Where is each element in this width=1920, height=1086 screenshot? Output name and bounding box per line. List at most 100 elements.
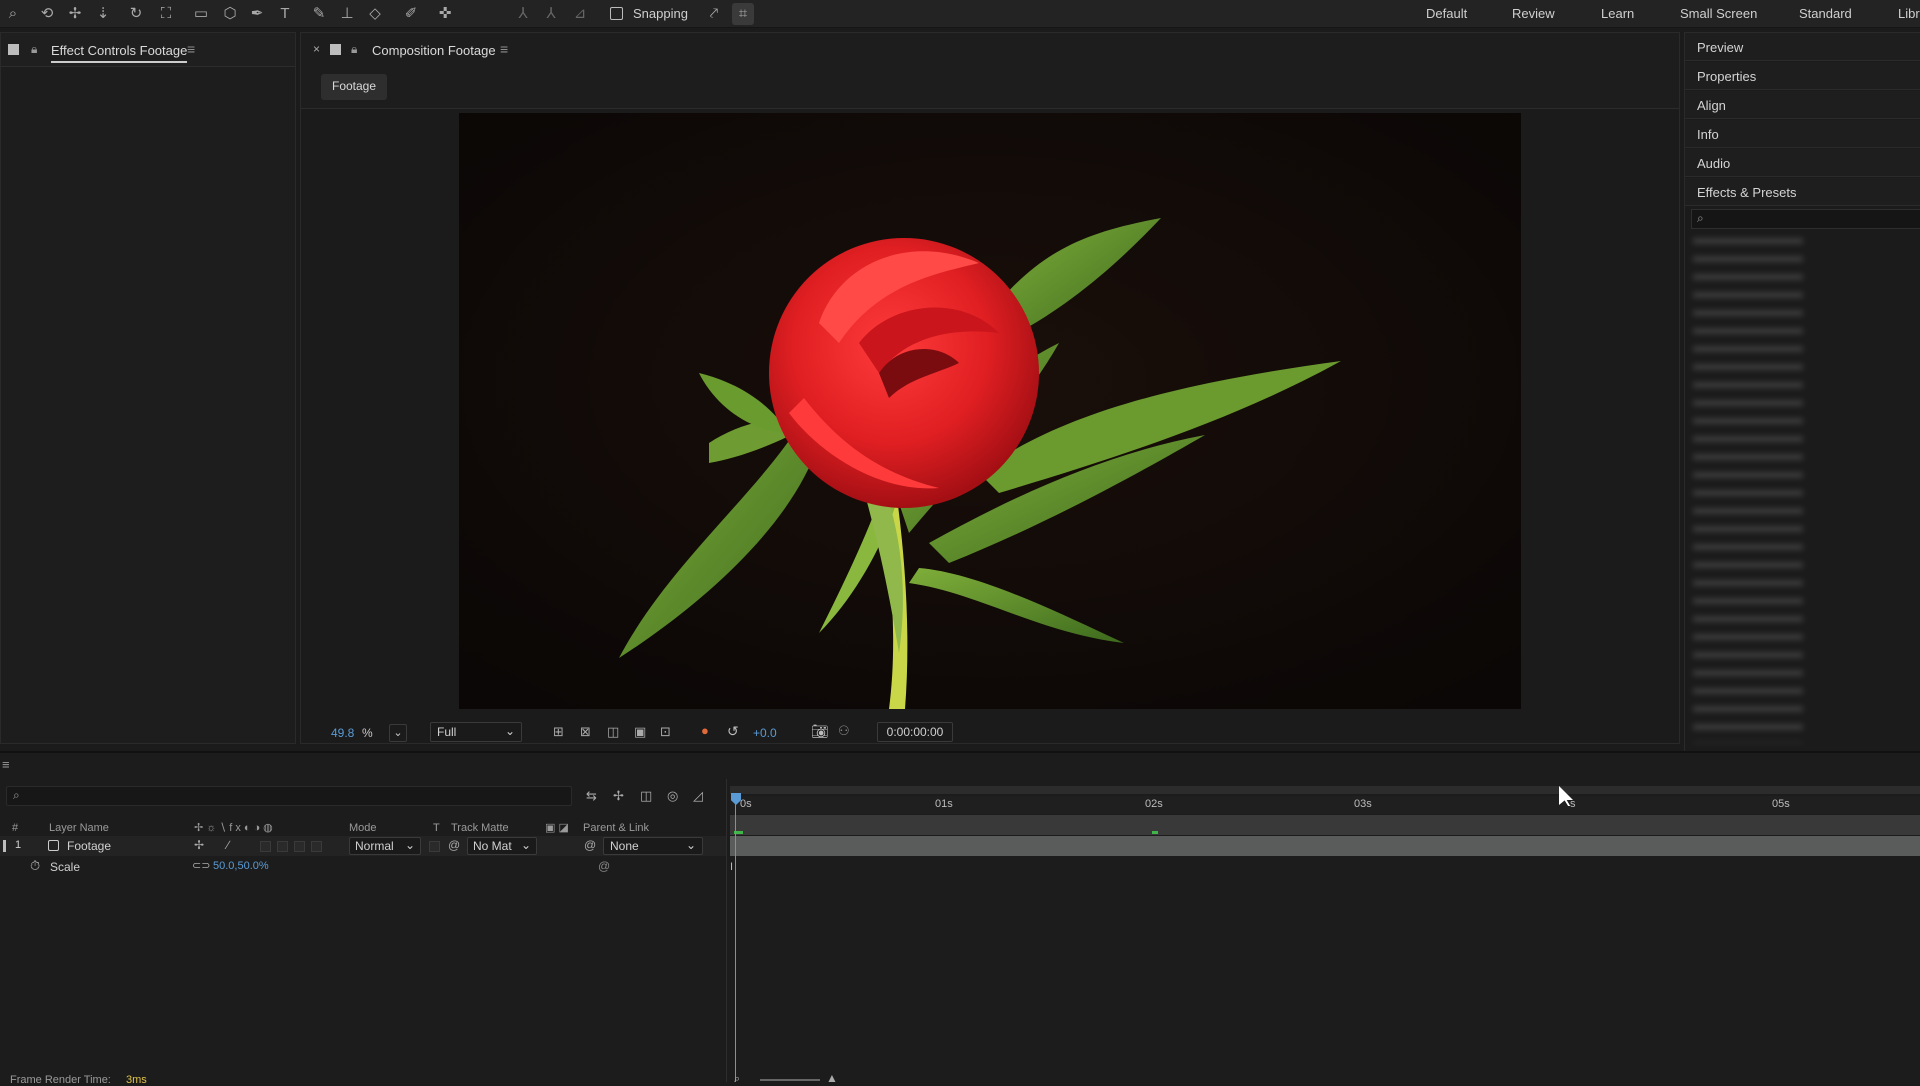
snapping-checkbox[interactable] — [610, 7, 623, 20]
property-value[interactable]: 50.0,50.0% — [213, 860, 269, 872]
track-matte-dropdown[interactable]: No Mat ⌄ — [467, 837, 537, 855]
snap-edge-icon[interactable]: ⤤ — [703, 3, 725, 25]
current-time-display[interactable]: 0:00:00:00 — [877, 722, 953, 742]
preserve-transparency-switch[interactable] — [429, 841, 440, 852]
layer-name[interactable]: Footage — [67, 839, 111, 853]
snapshot-camera-icon[interactable]: 📷︎ — [811, 723, 829, 740]
effects-list-blurred — [1693, 238, 1803, 743]
clone-stamp-tool-icon[interactable]: ⊥ — [336, 3, 358, 25]
info-panel-tab[interactable]: Info — [1685, 120, 1920, 148]
dolly-tool-icon[interactable]: ⇣ — [92, 3, 114, 25]
color-channels-icon[interactable]: ● — [701, 723, 709, 738]
workspace-default[interactable]: Default — [1426, 6, 1467, 21]
properties-panel-tab[interactable]: Properties — [1685, 62, 1920, 90]
fx-switch[interactable] — [260, 841, 271, 852]
fast-preview-icon[interactable]: ⊞ — [553, 724, 564, 740]
panel-menu-icon[interactable]: ≡ — [500, 41, 508, 57]
zoom-tool-icon[interactable]: ⌕ — [2, 3, 24, 25]
transparency-grid-icon[interactable]: ⊠ — [580, 724, 591, 740]
region-of-interest-icon[interactable]: ▣ — [634, 724, 646, 740]
resolution-dropdown[interactable]: Full ⌄ — [430, 722, 522, 742]
panel-menu-icon[interactable]: ≡ — [187, 41, 195, 57]
expression-pickwhip-icon[interactable]: @ — [598, 859, 610, 873]
keyframe-marker-icon[interactable]: I — [730, 861, 733, 873]
eraser-tool-icon[interactable]: ◇ — [364, 3, 386, 25]
blend-mode-dropdown[interactable]: Normal ⌄ — [349, 837, 421, 855]
workspace-review[interactable]: Review — [1512, 6, 1555, 21]
composition-mini-flowchart-icon[interactable]: ⇆ — [586, 788, 597, 804]
workspace-learn[interactable]: Learn — [1601, 6, 1634, 21]
axis-local-icon[interactable]: ⅄ — [512, 3, 534, 25]
shy-layers-icon[interactable]: ◫ — [640, 788, 652, 804]
puppet-tool-icon[interactable]: ✜ — [434, 3, 456, 25]
type-tool-icon[interactable]: T — [274, 3, 296, 25]
panel-menu-icon[interactable]: ≡ — [2, 757, 10, 772]
effects-search-input[interactable]: ⌕ — [1691, 209, 1920, 229]
top-toolbar: ⌕ ⟲ ✢ ⇣ ↻ ⛶ ▭ ⬡ ✒ T ✎ ⊥ ◇ ✐ ✜ ⅄ ⅄ ⊿ Snap… — [0, 0, 1920, 28]
search-icon: ⌕ — [13, 788, 20, 802]
close-tab-icon[interactable]: × — [313, 42, 320, 56]
quality-switch-icon[interactable]: ∕ — [227, 838, 229, 852]
workspace-standard[interactable]: Standard — [1799, 6, 1852, 21]
draft-3d-icon[interactable]: ✢ — [613, 788, 624, 804]
exposure-value[interactable]: +0.0 — [753, 726, 777, 740]
zoom-in-icon[interactable]: ▲ — [826, 1071, 838, 1085]
rectangle-tool-icon[interactable]: ▭ — [190, 3, 212, 25]
snap-feature-icon[interactable]: ⌗ — [732, 3, 754, 25]
effects-presets-panel-tab[interactable]: Effects & Presets — [1685, 178, 1920, 206]
reset-exposure-icon[interactable]: ↺ — [727, 723, 739, 740]
chevron-down-icon: ⌄ — [504, 724, 515, 738]
preview-panel-tab[interactable]: Preview — [1685, 33, 1920, 61]
workspace-small-screen[interactable]: Small Screen — [1680, 6, 1757, 21]
lock-icon[interactable]: 🔒︎ — [31, 42, 37, 57]
layer-duration-bar[interactable] — [730, 836, 1920, 856]
constrain-proportions-icon[interactable]: ⊂⊃ — [192, 859, 210, 872]
time-ruler[interactable]: 0s 01s 02s 03s s 05s — [730, 796, 1920, 814]
composition-tab[interactable]: Composition Footage — [372, 43, 496, 58]
effect-controls-tab[interactable]: Effect Controls Footage — [51, 43, 188, 63]
layer-row[interactable]: 1 Footage ✢ ∕ Normal ⌄ @ No Mat ⌄ @ None… — [0, 836, 726, 856]
column-track-matte: Track Matte — [451, 822, 509, 834]
workspace-libraries[interactable]: Libr — [1898, 6, 1920, 21]
anchor-tool-icon[interactable]: ⛶ — [155, 3, 177, 25]
mask-visibility-icon[interactable]: ◫ — [607, 724, 619, 740]
composition-viewer[interactable] — [459, 113, 1521, 709]
motion-blur-icon[interactable]: ◎ — [667, 788, 678, 804]
breadcrumb-footage[interactable]: Footage — [321, 74, 388, 100]
track-matte-pickwhip-icon[interactable]: @ — [448, 838, 460, 852]
parent-dropdown[interactable]: None ⌄ — [603, 837, 703, 855]
frame-blend-switch[interactable] — [277, 841, 288, 852]
zoom-dropdown-chevron-icon[interactable]: ⌄ — [389, 724, 407, 742]
pan-tool-icon[interactable]: ✢ — [64, 3, 86, 25]
align-panel-tab[interactable]: Align — [1685, 91, 1920, 119]
zoom-value[interactable]: 49.8 — [331, 726, 354, 740]
graph-editor-icon[interactable]: ◿ — [693, 788, 703, 804]
show-snapshot-icon[interactable]: ⚇ — [838, 723, 850, 739]
timeline-divider[interactable] — [726, 779, 727, 1082]
comp-duration-bar — [730, 815, 1920, 835]
pen-tool-icon[interactable]: ✒ — [246, 3, 268, 25]
lock-icon[interactable]: 🔒︎ — [351, 42, 357, 57]
panel-color-icon — [8, 44, 19, 55]
layer-color-label[interactable] — [3, 840, 6, 852]
orbit-tool-icon[interactable]: ⟲ — [36, 3, 58, 25]
audio-panel-tab[interactable]: Audio — [1685, 149, 1920, 177]
guides-icon[interactable]: ⊡ — [660, 724, 671, 740]
parent-pickwhip-icon[interactable]: @ — [584, 838, 596, 852]
3d-layer-switch[interactable] — [311, 841, 322, 852]
timeline-zoom-slider[interactable] — [760, 1079, 820, 1081]
roto-brush-tool-icon[interactable]: ✐ — [400, 3, 422, 25]
shy-switch-icon[interactable]: ✢ — [194, 838, 204, 852]
brush-tool-icon[interactable]: ✎ — [308, 3, 330, 25]
layer-index: 1 — [15, 839, 22, 851]
3d-shape-tool-icon[interactable]: ⬡ — [219, 3, 241, 25]
stopwatch-icon[interactable]: ⏱︎ — [30, 858, 40, 874]
layer-search-input[interactable]: ⌕ — [6, 786, 572, 806]
axis-view-icon[interactable]: ⊿ — [569, 3, 591, 25]
column-layer-name[interactable]: Layer Name — [49, 822, 109, 834]
rotate-tool-icon[interactable]: ↻ — [125, 3, 147, 25]
motion-blur-switch[interactable] — [294, 841, 305, 852]
property-name: Scale — [50, 860, 81, 874]
axis-world-icon[interactable]: ⅄ — [540, 3, 562, 25]
work-area-bar[interactable] — [730, 786, 1920, 794]
